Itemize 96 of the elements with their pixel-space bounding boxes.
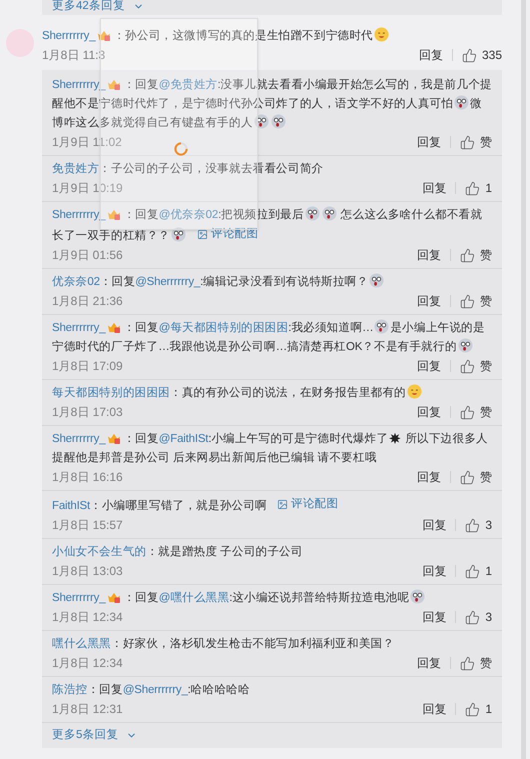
reply-button[interactable]: 回复 <box>422 516 446 534</box>
username-link[interactable]: 陈浩控 <box>52 684 88 696</box>
timestamp: 1月8日 15:57 <box>52 517 123 534</box>
reply-button[interactable]: 回复 <box>417 654 441 672</box>
thumbs-up-icon <box>460 248 475 262</box>
like-button[interactable]: 赞 <box>460 246 492 264</box>
burst-icon <box>389 432 402 444</box>
timestamp: 1月8日 11:3 <box>42 47 106 64</box>
timestamp: 1月8日 21:36 <box>52 293 123 310</box>
timestamp: 1月8日 12:31 <box>52 701 123 718</box>
timestamp: 1月8日 12:34 <box>52 655 123 672</box>
timestamp: 1月8日 17:09 <box>52 358 123 375</box>
timestamp: 1月8日 17:03 <box>52 404 123 421</box>
like-button[interactable]: 1 <box>465 562 492 580</box>
thumbs-up-icon <box>460 404 475 420</box>
mention-link[interactable]: @每天都困特别的困困困 <box>158 322 288 334</box>
thumbs-up-icon <box>460 294 475 308</box>
smiley-emoji-icon <box>407 384 422 399</box>
reply-button[interactable]: 回复 <box>417 246 441 264</box>
reply-text: 陈浩控：回复@Sherrrrrry_:哈哈哈哈哈 <box>52 682 251 698</box>
thumbs-up-icon <box>460 470 475 484</box>
image-icon <box>197 229 208 240</box>
shocked-face-emoji-icon <box>374 319 390 334</box>
reply-text: 小仙女不会生气的：就是蹭热度 子公司的子公司 <box>52 544 304 560</box>
more-replies-link[interactable]: 更多5条回复 <box>52 727 138 744</box>
username-link[interactable]: 嘿什么黑黑 <box>52 638 112 650</box>
reply-button[interactable]: 回复 <box>422 700 446 718</box>
username-link[interactable]: 小仙女不会生气的 <box>52 546 146 558</box>
reply-button[interactable]: 回复 <box>417 133 441 151</box>
reply-text: Sherrrrrry_ ：回复@嘿什么黑黑:这小编还说邦普给特斯拉造电池呢 <box>52 589 492 608</box>
thumbs-up-icon <box>465 518 480 532</box>
reply-button[interactable]: 回复 <box>418 46 443 64</box>
timestamp: 1月8日 13:03 <box>52 563 123 580</box>
like-button[interactable]: 赞 <box>460 133 492 151</box>
shocked-face-emoji-icon <box>304 206 320 221</box>
timestamp: 1月8日 12:34 <box>52 609 123 626</box>
reply-button[interactable]: 回复 <box>422 179 446 197</box>
thumbs-up-icon <box>460 358 475 374</box>
shocked-face-emoji-icon <box>270 114 286 129</box>
username-link[interactable]: 免贵姓方 <box>52 163 100 175</box>
image-icon <box>277 499 288 510</box>
reply-button[interactable]: 回复 <box>417 403 441 421</box>
shocked-face-emoji-icon <box>458 338 473 353</box>
thumbs-up-icon <box>460 134 475 150</box>
reply-text: Sherrrrrry_ ：回复@每天都困特别的困困困:我必须知道啊… 是小编上午说的是宁德时代的厂子炸了…我跟他说是孙公司啊…搞清楚再杠OK？不是有手就行的 <box>52 319 492 357</box>
thumbs-up-icon <box>465 564 480 578</box>
thumbs-up-icon <box>465 610 480 624</box>
reply-button[interactable]: 回复 <box>417 292 441 310</box>
username-link[interactable]: 优奈奈02 <box>52 276 100 288</box>
username-link[interactable]: Sherrrrrry_ <box>52 433 106 445</box>
username-link[interactable]: Sherrrrrry_ <box>42 30 96 42</box>
username-link[interactable]: Sherrrrrry_ <box>52 209 106 221</box>
shocked-face-emoji-icon <box>410 589 426 604</box>
like-button[interactable]: 赞 <box>460 654 492 672</box>
like-button[interactable]: 1 <box>465 700 492 718</box>
reply-button[interactable]: 回复 <box>422 562 446 580</box>
reply-button[interactable]: 回复 <box>422 608 446 626</box>
like-button[interactable]: 1 <box>465 179 492 197</box>
shocked-face-emoji-icon <box>171 227 186 242</box>
like-button[interactable]: 赞 <box>460 357 492 375</box>
more-replies-link[interactable]: 更多42条回复 <box>52 0 144 13</box>
mention-link[interactable]: @嘿什么黑黑 <box>158 592 230 604</box>
shocked-face-emoji-icon <box>322 206 337 221</box>
mention-link[interactable]: @Sherrrrrry_ <box>135 276 200 288</box>
like-button[interactable]: 赞 <box>460 292 492 310</box>
username-link[interactable]: FaithISt <box>52 500 90 512</box>
reply-text: 每天都困特别的困困困：真的有孙公司的说法，在财务报告里都有的 <box>52 384 492 403</box>
reply-text: FaithISt：小编哪里写错了，就是孙公司啊 评论配图 <box>52 495 492 516</box>
smiley-emoji-icon <box>374 27 389 42</box>
username-link[interactable]: Sherrrrrry_ <box>52 592 106 604</box>
like-button[interactable]: 赞 <box>460 403 492 421</box>
username-link[interactable]: Sherrrrrry_ <box>52 79 106 91</box>
reply-text: Sherrrrrry_ ：回复@FaithISt:小编上午写的可是宁德时代爆炸了 所以下边很多人提醒他是邦普是孙公司 后来网易出新闻后他已编辑 请不要杠哦 <box>52 431 489 466</box>
like-button[interactable]: 3 <box>465 608 492 626</box>
timestamp: 1月9日 11:02 <box>52 134 122 151</box>
thumbs-up-icon <box>465 180 480 196</box>
reply-button[interactable]: 回复 <box>417 468 441 486</box>
like-button[interactable]: 3 <box>465 516 492 534</box>
timestamp: 1月8日 16:16 <box>52 469 123 486</box>
mention-link[interactable]: @Sherrrrrry_ <box>122 684 188 696</box>
reply-text: 嘿什么黑黑：好家伙，洛杉矶发生枪击不能写加利福利亚和美国？ <box>52 636 396 652</box>
reply-button[interactable]: 回复 <box>417 357 441 375</box>
like-button[interactable]: 赞 <box>460 468 492 486</box>
thumbs-up-icon <box>460 656 475 670</box>
mention-link[interactable]: @FaithISt <box>158 433 208 445</box>
shocked-face-emoji-icon <box>369 273 384 288</box>
username-link[interactable]: Sherrrrrry_ <box>52 322 106 334</box>
like-button[interactable]: 335 <box>462 46 502 64</box>
comment-image-link[interactable]: 评论配图 <box>277 495 338 514</box>
thumbs-up-icon <box>462 48 477 62</box>
thumbs-up-icon <box>465 702 480 716</box>
shocked-face-emoji-icon <box>454 95 470 110</box>
timestamp: 1月9日 01:56 <box>52 247 123 264</box>
reply-text: 优奈奈02：回复@Sherrrrrry_:编辑记录没看到有说特斯拉啊？ <box>52 273 492 292</box>
username-link[interactable]: 每天都困特别的困困困 <box>52 387 170 399</box>
shocked-face-emoji-icon <box>254 114 269 129</box>
